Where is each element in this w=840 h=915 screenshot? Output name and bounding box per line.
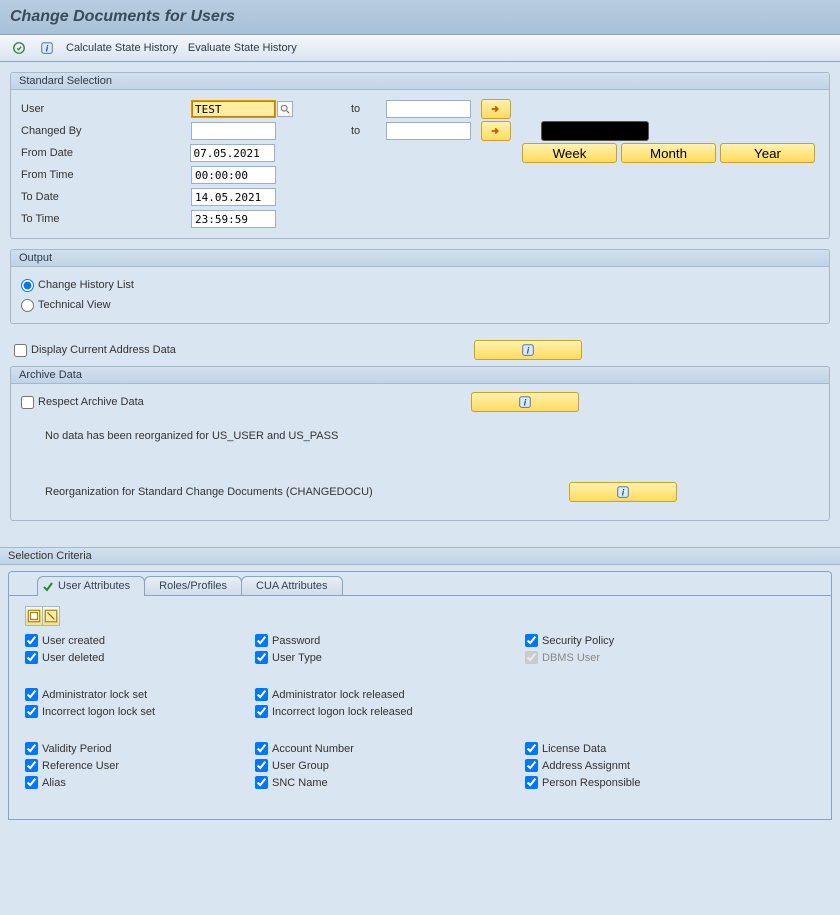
- criteria-tabstrip: User Attributes Roles/Profiles CUA Attri…: [8, 571, 832, 820]
- lbl-password: Password: [272, 635, 320, 647]
- display-address-info-button[interactable]: i: [474, 340, 582, 360]
- respect-archive-label: Respect Archive Data: [38, 396, 144, 408]
- lbl-account-nr: Account Number: [272, 743, 354, 755]
- lbl-security-policy: Security Policy: [542, 635, 614, 647]
- archive-info-button-2[interactable]: i: [569, 482, 677, 502]
- user-to-input[interactable]: [386, 100, 471, 118]
- user-label: User: [21, 103, 191, 115]
- lbl-addr-assign: Address Assignmt: [542, 760, 630, 772]
- week-button[interactable]: Week: [522, 143, 617, 163]
- chk-incorrect-lock-set[interactable]: [25, 705, 38, 718]
- lbl-dbms-user: DBMS User: [542, 652, 600, 664]
- chk-user-deleted[interactable]: [25, 651, 38, 664]
- lbl-incorrect-lock-rel: Incorrect logon lock released: [272, 706, 413, 718]
- lbl-person-resp: Person Responsible: [542, 777, 640, 789]
- changedby-input[interactable]: [191, 122, 276, 140]
- chk-addr-assign[interactable]: [525, 759, 538, 772]
- chk-license[interactable]: [525, 742, 538, 755]
- lbl-user-created: User created: [42, 635, 105, 647]
- lbl-snc: SNC Name: [272, 777, 328, 789]
- month-button[interactable]: Month: [621, 143, 716, 163]
- fromtime-label: From Time: [21, 169, 191, 181]
- display-address-label: Display Current Address Data: [31, 344, 176, 356]
- changedby-label: Changed By: [21, 125, 191, 137]
- archive-msg1: No data has been reorganized for US_USER…: [21, 412, 819, 452]
- app-toolbar: i Calculate State History Evaluate State…: [0, 35, 840, 62]
- tab-roles-profiles[interactable]: Roles/Profiles: [144, 576, 242, 595]
- select-all-button[interactable]: [25, 606, 43, 626]
- archive-legend: Archive Data: [11, 367, 829, 384]
- user-input[interactable]: [191, 100, 276, 118]
- lbl-incorrect-lock-set: Incorrect logon lock set: [42, 706, 155, 718]
- masked-box: [541, 121, 649, 141]
- lbl-admin-lock-set: Administrator lock set: [42, 689, 147, 701]
- chk-alias[interactable]: [25, 776, 38, 789]
- archive-info-button-1[interactable]: i: [471, 392, 579, 412]
- lbl-validity: Validity Period: [42, 743, 112, 755]
- radio-change-history[interactable]: [21, 279, 34, 292]
- chk-password[interactable]: [255, 634, 268, 647]
- chk-security-policy[interactable]: [525, 634, 538, 647]
- lbl-user-group: User Group: [272, 760, 329, 772]
- fromtime-input[interactable]: [191, 166, 276, 184]
- standard-selection-group: Standard Selection User to: [10, 72, 830, 239]
- display-address-checkbox[interactable]: [14, 344, 27, 357]
- chk-account-nr[interactable]: [255, 742, 268, 755]
- lbl-ref-user: Reference User: [42, 760, 119, 772]
- tab-user-attributes[interactable]: User Attributes: [37, 576, 145, 596]
- radio-technical-view-label: Technical View: [38, 299, 111, 311]
- changedby-to-label: to: [311, 125, 386, 137]
- calc-state-history-link[interactable]: Calculate State History: [66, 42, 178, 54]
- totime-label: To Time: [21, 213, 191, 225]
- tab-user-attributes-label: User Attributes: [58, 580, 130, 592]
- respect-archive-checkbox[interactable]: [21, 396, 34, 409]
- radio-technical-view[interactable]: [21, 299, 34, 312]
- output-legend: Output: [11, 250, 829, 267]
- chk-user-type[interactable]: [255, 651, 268, 664]
- lbl-user-type: User Type: [272, 652, 322, 664]
- chk-admin-lock-rel[interactable]: [255, 688, 268, 701]
- user-to-label: to: [311, 103, 386, 115]
- fromdate-input[interactable]: [190, 144, 275, 162]
- todate-label: To Date: [21, 191, 191, 203]
- lbl-license: License Data: [542, 743, 606, 755]
- archive-msg2: Reorganization for Standard Change Docum…: [21, 486, 569, 498]
- chk-user-group[interactable]: [255, 759, 268, 772]
- radio-change-history-label: Change History List: [38, 279, 134, 291]
- changedby-multiselect-button[interactable]: [481, 121, 511, 141]
- lbl-admin-lock-rel: Administrator lock released: [272, 689, 405, 701]
- chk-validity[interactable]: [25, 742, 38, 755]
- chk-dbms-user: [525, 651, 538, 664]
- user-f4-help-icon[interactable]: [277, 101, 293, 117]
- fromdate-label: From Date: [21, 147, 190, 159]
- info-icon[interactable]: i: [38, 39, 56, 57]
- chk-user-created[interactable]: [25, 634, 38, 647]
- tab-cua-attributes[interactable]: CUA Attributes: [241, 576, 343, 595]
- archive-group: Archive Data Respect Archive Data i No d…: [10, 366, 830, 521]
- todate-input[interactable]: [191, 188, 276, 206]
- eval-state-history-link[interactable]: Evaluate State History: [188, 42, 297, 54]
- chk-admin-lock-set[interactable]: [25, 688, 38, 701]
- totime-input[interactable]: [191, 210, 276, 228]
- execute-icon[interactable]: [10, 39, 28, 57]
- output-group: Output Change History List Technical Vie…: [10, 249, 830, 324]
- chk-ref-user[interactable]: [25, 759, 38, 772]
- chk-person-resp[interactable]: [525, 776, 538, 789]
- year-button[interactable]: Year: [720, 143, 815, 163]
- chk-incorrect-lock-rel[interactable]: [255, 705, 268, 718]
- user-multiselect-button[interactable]: [481, 99, 511, 119]
- changedby-to-input[interactable]: [386, 122, 471, 140]
- page-title: Change Documents for Users: [0, 0, 840, 35]
- deselect-all-button[interactable]: [42, 606, 60, 626]
- selection-criteria-legend: Selection Criteria: [0, 547, 840, 565]
- lbl-alias: Alias: [42, 777, 66, 789]
- standard-selection-legend: Standard Selection: [11, 73, 829, 90]
- chk-snc[interactable]: [255, 776, 268, 789]
- lbl-user-deleted: User deleted: [42, 652, 104, 664]
